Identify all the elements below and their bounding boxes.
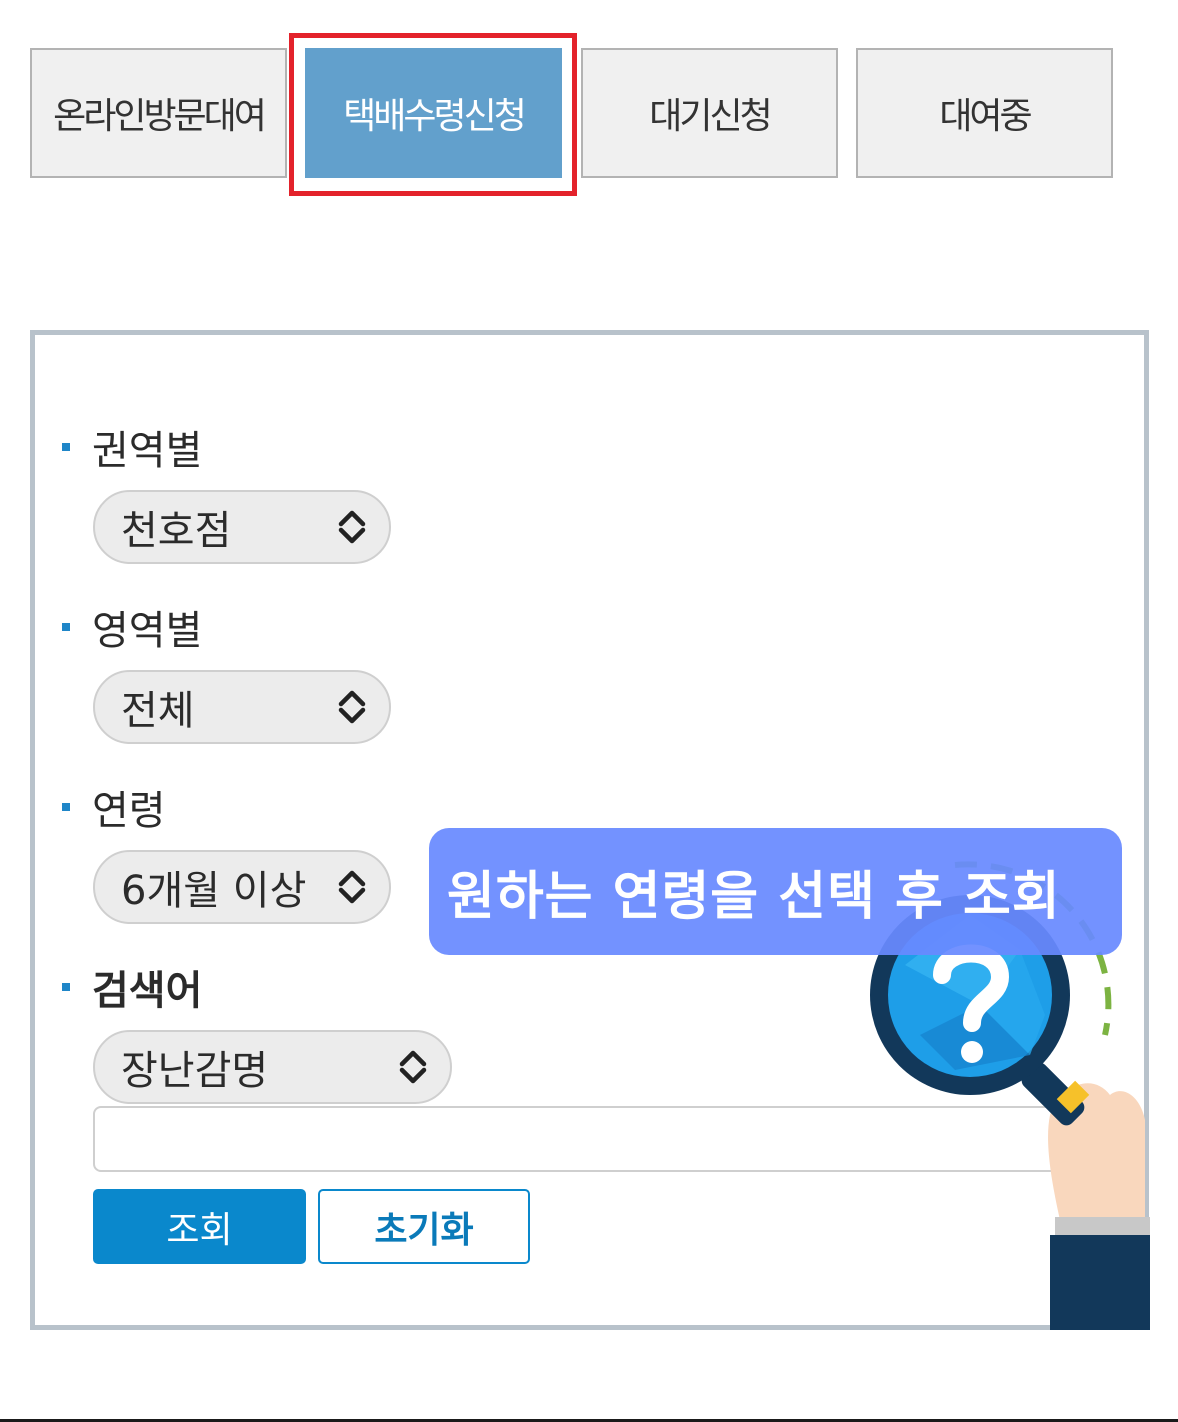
callout-banner: 원하는 연령을 선택 후 조회 [429, 828, 1122, 955]
category-select-value: 전체 [121, 688, 195, 734]
keyword-type-select[interactable]: 장난감명 [93, 1030, 452, 1104]
keyword-type-value: 장난감명 [121, 1048, 269, 1094]
age-label: 연령 [62, 778, 166, 836]
category-label: 영역별 [62, 598, 202, 656]
bullet-icon [62, 983, 70, 991]
bullet-icon [62, 623, 70, 631]
tab-online-visit-rental[interactable]: 온라인방문대여 [30, 48, 287, 178]
region-label-text: 권역별 [92, 428, 203, 474]
keyword-label: 검색어 [62, 958, 202, 1016]
chevron-up-down-icon [338, 870, 366, 904]
callout-text: 원하는 연령을 선택 후 조회 [447, 867, 1061, 927]
search-button[interactable]: 조회 [93, 1189, 306, 1264]
tab-waiting-request[interactable]: 대기신청 [581, 48, 838, 178]
age-select-value: 6개월 이상 [121, 868, 307, 914]
category-select[interactable]: 전체 [93, 670, 391, 744]
age-select[interactable]: 6개월 이상 [93, 850, 391, 924]
age-label-text: 연령 [92, 788, 166, 834]
chevron-up-down-icon [338, 510, 366, 544]
region-select-value: 천호점 [121, 508, 232, 554]
region-select[interactable]: 천호점 [93, 490, 391, 564]
category-label-text: 영역별 [92, 608, 203, 654]
chevron-up-down-icon [399, 1050, 427, 1084]
tab-on-loan[interactable]: 대여중 [856, 48, 1113, 178]
reset-button[interactable]: 초기화 [318, 1189, 530, 1264]
chevron-up-down-icon [338, 690, 366, 724]
bullet-icon [62, 443, 70, 451]
keyword-label-text: 검색어 [92, 968, 203, 1014]
bullet-icon [62, 803, 70, 811]
region-label: 권역별 [62, 418, 202, 476]
tab-delivery-request[interactable]: 택배수령신청 [305, 48, 562, 178]
